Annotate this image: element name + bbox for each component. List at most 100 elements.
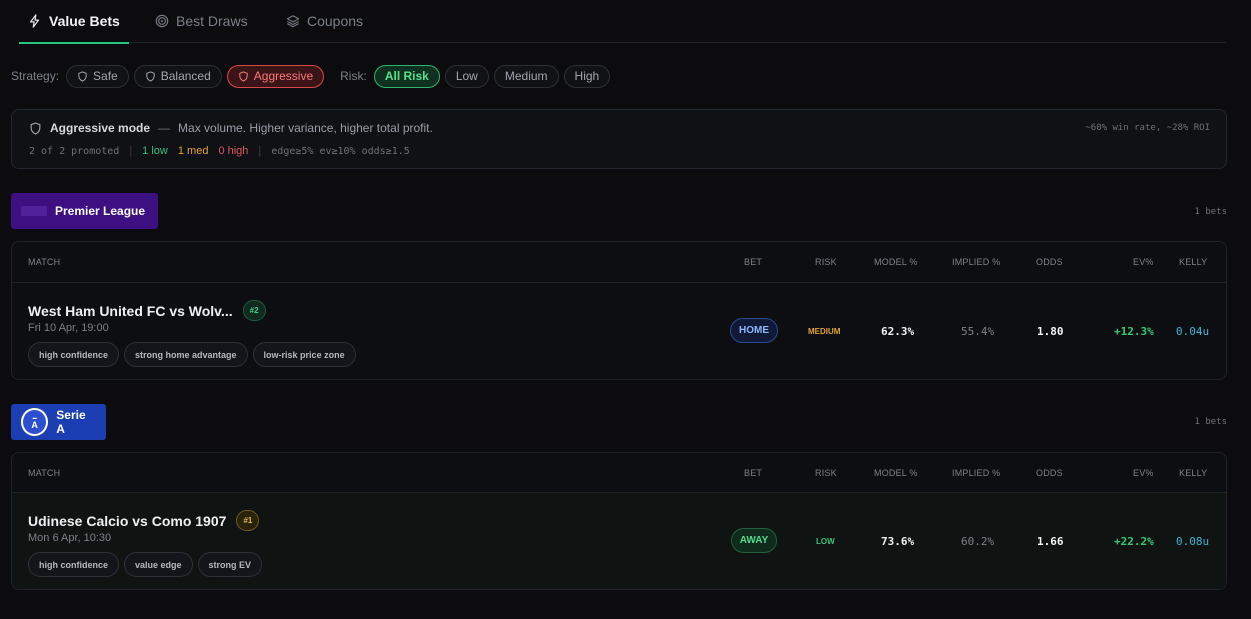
col-bet: BET <box>744 257 763 267</box>
col-model: MODEL % <box>874 468 918 478</box>
implied-pct: 55.4% <box>961 325 995 338</box>
risk-label: Risk: <box>340 69 367 83</box>
league-name: Premier League <box>55 204 146 218</box>
league-name: Serie A <box>56 408 86 436</box>
strategy-aggressive-label: Aggressive <box>253 69 314 83</box>
tag-list: high confidence strong home advantage lo… <box>28 342 356 367</box>
risk-all-button[interactable]: All Risk <box>373 64 440 88</box>
serie-a-logo: ▬ A <box>21 408 49 436</box>
mode-title: Aggressive mode <box>50 121 151 135</box>
match-name: West Ham United FC vs Wolv... <box>28 302 233 319</box>
high-count: 0 high <box>218 145 249 157</box>
lightning-icon <box>30 14 40 28</box>
col-implied: IMPLIED % <box>952 468 1001 478</box>
col-odds: ODDS <box>1036 257 1063 267</box>
col-bet: BET <box>744 468 763 478</box>
table-row[interactable]: West Ham United FC vs Wolv... #2 Fri 10 … <box>12 283 1226 379</box>
promoted-count: 2 of 2 promoted <box>29 145 120 157</box>
divider: | <box>258 145 262 157</box>
model-pct: 62.3% <box>881 325 915 338</box>
col-ev: EV% <box>1133 257 1154 267</box>
rank-badge: #1 <box>236 510 260 531</box>
league-header-premier-league: Premier League <box>11 193 158 229</box>
bets-table-serie-a: MATCH BET RISK MODEL % IMPLIED % ODDS EV… <box>11 452 1227 590</box>
bets-count: 1 bets <box>1194 417 1227 427</box>
col-implied: IMPLIED % <box>952 257 1001 267</box>
bet-badge: AWAY <box>731 528 777 553</box>
low-count: 1 low <box>142 145 168 157</box>
mode-stats: ~60% win rate, ~28% ROI <box>1085 123 1210 133</box>
risk-value: LOW <box>816 537 835 546</box>
strategy-balanced-label: Balanced <box>160 69 211 83</box>
league-header-serie-a: ▬ A Serie A <box>11 404 106 440</box>
col-ev: EV% <box>1133 468 1154 478</box>
filter-bar: Strategy: Safe Balanced Aggressive Risk:… <box>11 64 615 88</box>
strategy-aggressive-button[interactable]: Aggressive <box>226 64 325 88</box>
bets-count: 1 bets <box>1194 207 1227 217</box>
bets-table-premier-league: MATCH BET RISK MODEL % IMPLIED % ODDS EV… <box>11 241 1227 380</box>
bet-badge: HOME <box>730 318 778 343</box>
target-icon <box>155 14 169 28</box>
match-name-wrap: West Ham United FC vs Wolv... #2 <box>28 300 266 321</box>
ev-value: +12.3% <box>1114 325 1154 338</box>
table-header: MATCH BET RISK MODEL % IMPLIED % ODDS EV… <box>12 242 1226 283</box>
match-date: Mon 6 Apr, 10:30 <box>28 532 112 544</box>
match-date: Fri 10 Apr, 19:00 <box>28 322 109 334</box>
kelly-value: 0.04u <box>1176 325 1210 338</box>
col-model: MODEL % <box>874 257 918 267</box>
tag: strong home advantage <box>124 342 248 367</box>
table-row[interactable]: Udinese Calcio vs Como 1907 #1 Mon 6 Apr… <box>12 493 1226 589</box>
risk-low-button[interactable]: Low <box>444 64 489 88</box>
col-match: MATCH <box>28 257 61 267</box>
mode-description: Max volume. Higher variance, higher tota… <box>178 121 433 135</box>
kelly-value: 0.08u <box>1176 535 1210 548</box>
shield-icon <box>78 70 87 82</box>
col-match: MATCH <box>28 468 61 478</box>
tag: strong EV <box>197 552 263 577</box>
odds-value: 1.66 <box>1037 535 1064 548</box>
shield-icon <box>30 121 41 135</box>
col-risk: RISK <box>815 468 837 478</box>
serie-a-logo-letter: A <box>31 419 38 430</box>
mode-dash: — <box>158 121 171 135</box>
premier-league-logo <box>21 206 47 216</box>
tab-label: Value Bets <box>49 13 120 29</box>
col-odds: ODDS <box>1036 468 1063 478</box>
shield-icon <box>239 70 248 82</box>
match-name-wrap: Udinese Calcio vs Como 1907 #1 <box>28 510 260 531</box>
implied-pct: 60.2% <box>961 535 995 548</box>
col-kelly: KELLY <box>1179 257 1208 267</box>
mode-info-panel: Aggressive mode — Max volume. Higher var… <box>11 109 1227 169</box>
col-risk: RISK <box>815 257 837 267</box>
strategy-balanced-button[interactable]: Balanced <box>133 64 222 88</box>
tag: high confidence <box>28 342 120 367</box>
strategy-label: Strategy: <box>11 69 60 83</box>
tab-label: Coupons <box>307 13 364 29</box>
tag: low-risk price zone <box>252 342 356 367</box>
divider: | <box>129 145 133 157</box>
risk-high-button[interactable]: High <box>563 64 611 88</box>
match-name: Udinese Calcio vs Como 1907 <box>28 512 227 529</box>
table-header: MATCH BET RISK MODEL % IMPLIED % ODDS EV… <box>12 453 1226 493</box>
tab-bar: Value Bets Best Draws Coupons <box>19 0 1226 44</box>
tag-list: high confidence value edge strong EV <box>28 552 263 577</box>
strategy-safe-button[interactable]: Safe <box>66 64 129 88</box>
strategy-safe-label: Safe <box>93 69 118 83</box>
tab-best-draws[interactable]: Best Draws <box>146 13 257 43</box>
col-kelly: KELLY <box>1179 468 1208 478</box>
tag: high confidence <box>28 552 120 577</box>
shield-icon <box>146 70 155 82</box>
tab-label: Best Draws <box>176 13 248 29</box>
rank-badge: #2 <box>242 300 266 321</box>
odds-value: 1.80 <box>1037 325 1064 338</box>
model-pct: 73.6% <box>881 535 915 548</box>
tag: value edge <box>124 552 193 577</box>
med-count: 1 med <box>177 145 209 157</box>
risk-value: MEDIUM <box>808 327 841 336</box>
tab-value-bets[interactable]: Value Bets <box>19 13 129 44</box>
risk-medium-button[interactable]: Medium <box>493 64 559 88</box>
layers-icon <box>286 15 300 28</box>
ev-value: +22.2% <box>1114 535 1154 548</box>
tab-coupons[interactable]: Coupons <box>277 13 372 43</box>
criteria: edge≥5% ev≥10% odds≥1.5 <box>271 145 410 157</box>
